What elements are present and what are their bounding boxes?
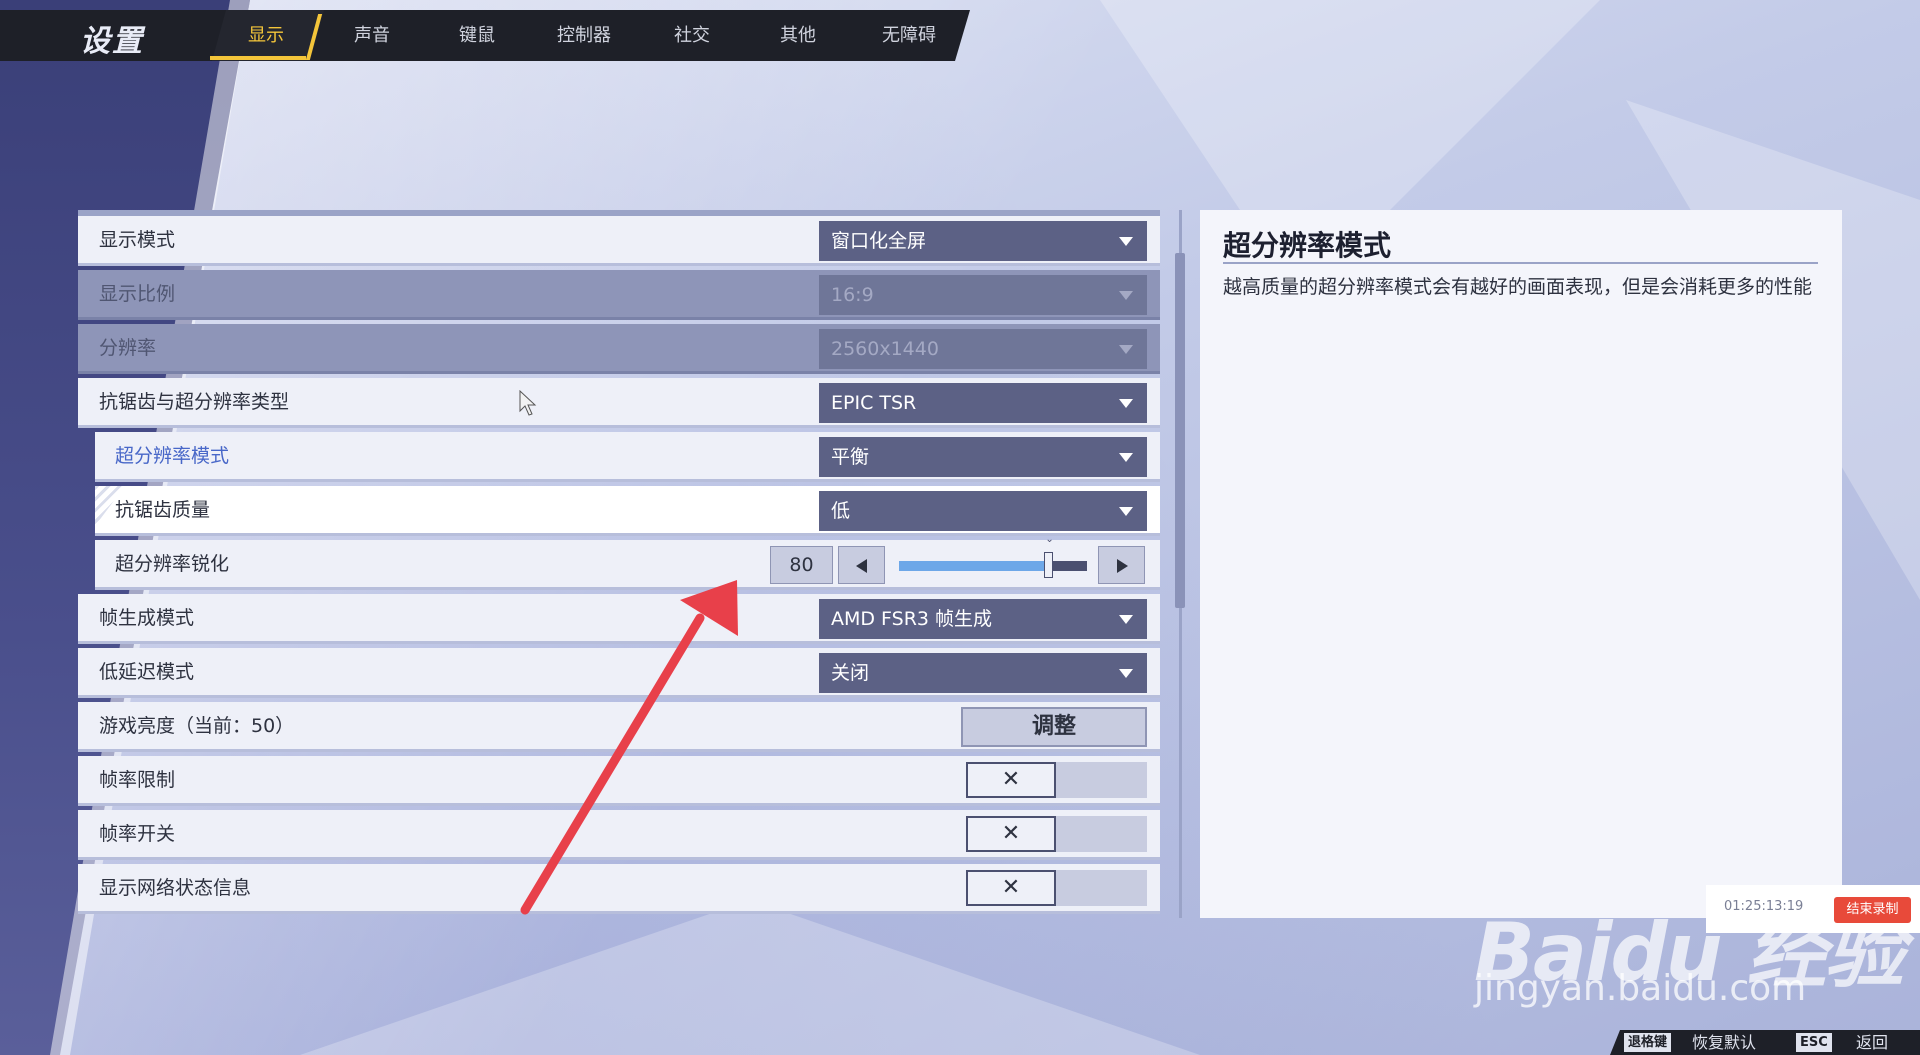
- info-description: 越高质量的超分辨率模式会有越好的画面表现，但是会消耗更多的性能: [1223, 276, 1813, 298]
- setting-label: 分辨率: [99, 337, 157, 359]
- low-latency-dropdown[interactable]: 关闭: [819, 653, 1147, 693]
- arrow-right-icon: [1117, 559, 1128, 573]
- caret-down-icon: [1119, 237, 1133, 246]
- setting-row-aa-upscale-type[interactable]: 抗锯齿与超分辨率类型 EPIC TSR: [78, 378, 1160, 428]
- info-panel: 超分辨率模式 越高质量的超分辨率模式会有越好的画面表现，但是会消耗更多的性能: [1200, 210, 1842, 918]
- caret-down-icon: [1119, 669, 1133, 678]
- caret-down-icon: [1119, 345, 1133, 354]
- brightness-adjust-button[interactable]: 调整: [961, 707, 1147, 747]
- caret-down-icon: [1119, 453, 1133, 462]
- setting-row-display-mode[interactable]: 显示模式 窗口化全屏: [78, 216, 1160, 266]
- tab-keyboard-mouse[interactable]: 键鼠: [437, 10, 517, 61]
- network-info-toggle[interactable]: ✕: [966, 870, 1147, 906]
- tab-sound[interactable]: 声音: [332, 10, 412, 61]
- setting-label: 超分辨率模式: [115, 445, 230, 467]
- tab-bar: 显示 声音 键鼠 控制器 社交 其他 无障碍: [0, 10, 970, 61]
- scrollbar-thumb[interactable]: [1175, 253, 1185, 608]
- fps-limit-toggle[interactable]: ✕: [966, 762, 1147, 798]
- close-icon: ✕: [966, 762, 1056, 798]
- dropdown-value: EPIC TSR: [831, 392, 917, 414]
- setting-row-resolution: 分辨率 2560x1440: [78, 324, 1160, 374]
- aa-upscale-type-dropdown[interactable]: EPIC TSR: [819, 383, 1147, 423]
- setting-label: 帧率开关: [99, 823, 176, 845]
- dropdown-value: 平衡: [831, 446, 870, 468]
- dropdown-value: 关闭: [831, 662, 870, 684]
- setting-row-fps-toggle[interactable]: 帧率开关 ✕: [78, 810, 1160, 860]
- caret-down-icon: [1119, 399, 1133, 408]
- setting-row-upscale-sharpen[interactable]: 超分辨率锐化 80 ⌄: [95, 534, 1160, 590]
- setting-row-brightness[interactable]: 游戏亮度（当前：50） 调整: [78, 702, 1160, 752]
- setting-label: 显示比例: [99, 283, 176, 305]
- frame-gen-dropdown[interactable]: AMD FSR3 帧生成: [819, 599, 1147, 639]
- sharpen-increase-button[interactable]: [1098, 546, 1145, 584]
- reset-key-hint: 退格键: [1624, 1033, 1672, 1052]
- setting-label: 超分辨率锐化: [115, 553, 230, 575]
- fps-toggle-toggle[interactable]: ✕: [966, 816, 1147, 852]
- setting-label: 显示网络状态信息: [99, 877, 252, 899]
- setting-row-frame-gen[interactable]: 帧生成模式 AMD FSR3 帧生成: [78, 594, 1160, 644]
- setting-row-upscale-mode[interactable]: 超分辨率模式 平衡: [95, 432, 1160, 482]
- setting-label: 帧率限制: [99, 769, 176, 791]
- recording-time: 01:25:13:19: [1724, 899, 1804, 914]
- setting-label: 抗锯齿质量: [115, 499, 211, 521]
- dropdown-value: AMD FSR3 帧生成: [831, 608, 993, 630]
- setting-label: 帧生成模式: [99, 607, 195, 629]
- restore-defaults-button[interactable]: 恢复默认: [1692, 1030, 1756, 1055]
- settings-list: 显示模式 窗口化全屏 显示比例 16:9 分辨率 2560x1440 抗锯齿与超…: [78, 216, 1160, 918]
- setting-label: 抗锯齿与超分辨率类型: [99, 391, 290, 413]
- tab-display[interactable]: 显示: [226, 10, 306, 61]
- setting-row-low-latency[interactable]: 低延迟模式 关闭: [78, 648, 1160, 698]
- bottom-action-bar: 退格键 恢复默认 ESC 返回: [1610, 1030, 1920, 1055]
- dropdown-value: 低: [831, 500, 851, 522]
- info-title: 超分辨率模式: [1223, 229, 1392, 262]
- setting-row-aspect-ratio: 显示比例 16:9: [78, 270, 1160, 320]
- dropdown-value: 2560x1440: [831, 338, 939, 360]
- sharpen-value-box[interactable]: 80: [770, 546, 833, 584]
- dropdown-value: 窗口化全屏: [831, 230, 927, 252]
- close-icon: ✕: [966, 870, 1056, 906]
- tab-controller[interactable]: 控制器: [544, 10, 624, 61]
- resolution-dropdown: 2560x1440: [819, 329, 1147, 369]
- sharpen-slider-thumb[interactable]: [1044, 552, 1054, 578]
- esc-key-hint: ESC: [1796, 1033, 1832, 1052]
- tab-social[interactable]: 社交: [652, 10, 732, 61]
- sharpen-slider-track[interactable]: [899, 561, 1087, 571]
- sharpen-slider-fill: [899, 561, 1050, 571]
- setting-label: 低延迟模式: [99, 661, 195, 683]
- display-mode-dropdown[interactable]: 窗口化全屏: [819, 221, 1147, 261]
- back-button[interactable]: 返回: [1856, 1030, 1888, 1055]
- sharpen-decrease-button[interactable]: [838, 546, 885, 584]
- aspect-ratio-dropdown: 16:9: [819, 275, 1147, 315]
- setting-row-aa-quality[interactable]: 抗锯齿质量 低: [95, 486, 1160, 536]
- setting-row-fps-limit[interactable]: 帧率限制 ✕: [78, 756, 1160, 806]
- arrow-left-icon: [856, 559, 867, 573]
- tab-other[interactable]: 其他: [758, 10, 838, 61]
- setting-label: 显示模式: [99, 229, 176, 251]
- info-divider: [1223, 262, 1818, 264]
- close-icon: ✕: [966, 816, 1056, 852]
- upscale-mode-dropdown[interactable]: 平衡: [819, 437, 1147, 477]
- caret-down-icon: [1119, 615, 1133, 624]
- caret-down-icon: [1119, 291, 1133, 300]
- dropdown-value: 16:9: [831, 284, 874, 306]
- caret-down-icon: [1119, 507, 1133, 516]
- bg-shard: [300, 900, 1200, 1055]
- watermark-url: jingyan.baidu.com: [1474, 968, 1807, 1009]
- setting-label: 游戏亮度（当前：50）: [99, 715, 295, 737]
- chevron-down-icon: ⌄: [1045, 534, 1054, 545]
- tab-accessibility[interactable]: 无障碍: [864, 10, 954, 61]
- aa-quality-dropdown[interactable]: 低: [819, 491, 1147, 531]
- setting-row-network-info[interactable]: 显示网络状态信息 ✕: [78, 864, 1160, 914]
- stop-recording-button[interactable]: 结束录制: [1834, 897, 1911, 923]
- mouse-cursor-icon: [519, 390, 537, 416]
- recording-widget: 01:25:13:19 结束录制: [1706, 885, 1920, 933]
